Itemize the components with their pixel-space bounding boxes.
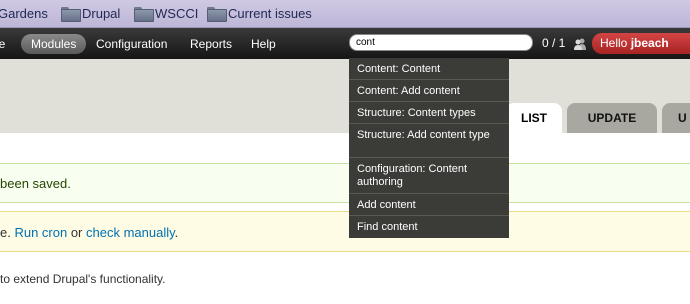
bookmark-gardens[interactable]: Gardens (0, 6, 48, 22)
toolbar-item-people[interactable]: le (0, 37, 5, 51)
autocomplete-item[interactable]: Content: Content (349, 58, 509, 80)
toolbar-item-configuration[interactable]: Configuration (96, 37, 167, 51)
autocomplete-item[interactable]: Add content (349, 194, 509, 216)
tab-update[interactable]: UPDATE (567, 103, 657, 133)
bookmark-current-issues[interactable]: Current issues (228, 6, 312, 22)
user-counter: 0 / 1 (542, 36, 566, 50)
tab-uninstall[interactable]: U (662, 103, 690, 133)
check-manually-link[interactable]: check manually (86, 225, 175, 240)
autocomplete-item[interactable]: Find content (349, 216, 509, 238)
folder-icon (134, 7, 154, 22)
toolbar-item-modules[interactable]: Modules (31, 37, 76, 51)
user-greeting-button[interactable]: Hello jbeach (592, 33, 690, 54)
warning-message: e. Run cron or check manually. (0, 211, 690, 252)
autocomplete-item[interactable]: Structure: Content types (349, 102, 509, 124)
autocomplete-dropdown: Content: Content Content: Add content St… (349, 58, 509, 238)
bookmark-wscci[interactable]: WSCCI (155, 6, 198, 22)
username: jbeach (630, 36, 669, 50)
users-icon (574, 38, 586, 50)
toolbar-item-help[interactable]: Help (251, 37, 276, 51)
autocomplete-item[interactable]: Configuration: Content authoring (349, 158, 509, 194)
run-cron-link[interactable]: Run cron (14, 225, 67, 240)
bookmarks-bar: Gardens Drupal WSCCI Current issues (0, 0, 690, 28)
bookmark-drupal[interactable]: Drupal (82, 6, 120, 22)
autocomplete-item[interactable]: Content: Add content (349, 80, 509, 102)
folder-icon (207, 7, 227, 22)
folder-icon (61, 7, 81, 22)
page-description: to extend Drupal's functionality. (0, 272, 166, 286)
toolbar-item-reports[interactable]: Reports (190, 37, 232, 51)
search-input[interactable]: cont (349, 34, 533, 51)
status-message: been saved. (0, 163, 690, 203)
autocomplete-item[interactable]: Structure: Add content type (349, 124, 509, 158)
tab-list[interactable]: LIST (506, 103, 562, 133)
